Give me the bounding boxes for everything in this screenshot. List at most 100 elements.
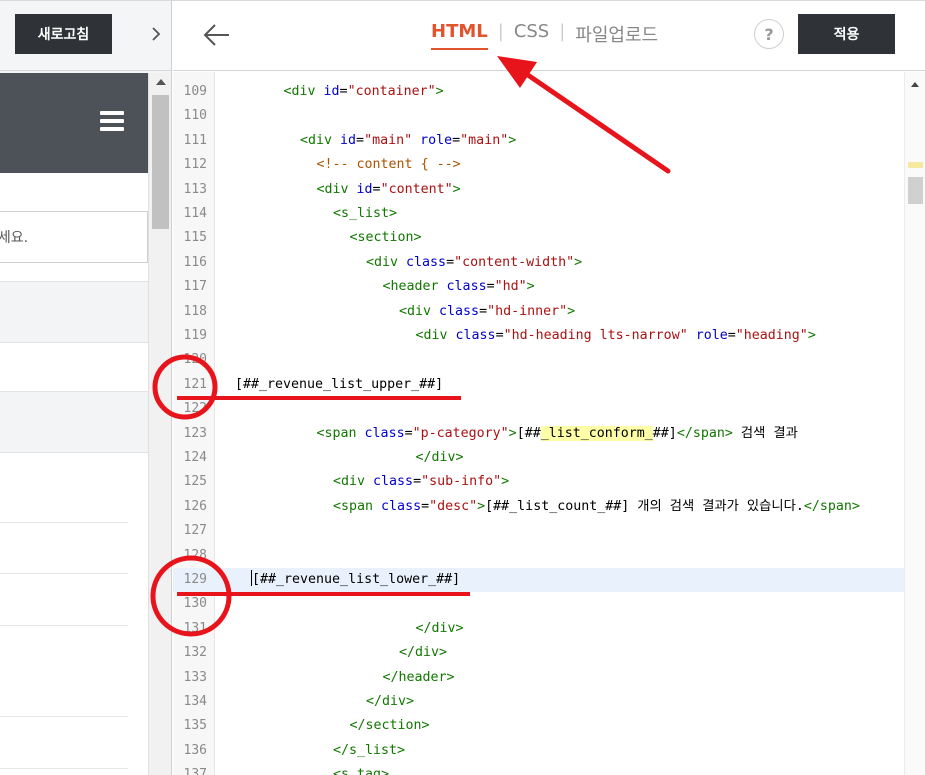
- code-line[interactable]: 119 <div class="hd-heading lts-narrow" ro…: [173, 324, 904, 348]
- preview-divider: [0, 573, 128, 574]
- code-token: "heading": [735, 328, 808, 343]
- code-line[interactable]: 123 <span class="p-category">[##_list_con…: [173, 422, 904, 446]
- code-token: ##]: [652, 425, 677, 441]
- code-text: </div>: [399, 641, 447, 665]
- line-number: 109: [183, 84, 207, 99]
- line-number: 132: [183, 645, 207, 661]
- preview-search-input[interactable]: 르세요.: [0, 211, 148, 263]
- line-number: 125: [183, 474, 207, 490]
- chevron-right-icon[interactable]: [145, 19, 167, 49]
- code-token: class: [381, 498, 422, 514]
- line-number: 115: [183, 230, 207, 246]
- code-line[interactable]: 127: [173, 519, 904, 543]
- code-line[interactable]: 125 <div class="sub-info">: [173, 470, 904, 494]
- code-line[interactable]: 116 <div class="content-width">: [173, 251, 904, 275]
- code-token: "hd-heading lts-narrow": [503, 328, 688, 343]
- code-line[interactable]: 113 <div id="content">: [173, 178, 904, 202]
- code-token: >: [574, 254, 583, 270]
- code-text: [##_revenue_list_upper_##]: [235, 373, 443, 397]
- code-line[interactable]: 115 <section>: [173, 226, 904, 250]
- code-token: class: [455, 328, 496, 343]
- code-text: <div class="hd-inner">: [399, 300, 575, 324]
- scroll-up-icon[interactable]: [911, 82, 919, 87]
- code-line[interactable]: 130: [173, 592, 904, 616]
- code-token: <section>: [349, 230, 422, 246]
- code-line[interactable]: 124 </div>: [173, 446, 904, 470]
- line-number: 136: [183, 742, 207, 758]
- code-token: "main": [364, 132, 413, 148]
- tab-separator: |: [559, 21, 566, 42]
- code-text: </div>: [366, 690, 414, 714]
- code-line[interactable]: 112 <!-- content { -->: [173, 153, 904, 177]
- editor-scrollbar[interactable]: [904, 72, 925, 775]
- code-text: <div id="main" role="main">: [300, 129, 516, 153]
- apply-button[interactable]: 적용: [798, 14, 895, 54]
- code-line[interactable]: 120: [173, 348, 904, 372]
- refresh-button[interactable]: 새로고침: [15, 14, 112, 54]
- code-token: >: [508, 425, 517, 441]
- code-line[interactable]: 133 </header>: [173, 666, 904, 690]
- preview-section-band: [0, 391, 148, 453]
- code-token: "main": [460, 132, 509, 148]
- code-line[interactable]: 114 <s_list>: [173, 202, 904, 226]
- code-line[interactable]: 136 </s_list>: [173, 739, 904, 763]
- code-token: "hd": [494, 279, 527, 295]
- code-line[interactable]: 137 <s_tag>: [173, 763, 904, 775]
- code-token: <div: [316, 181, 357, 197]
- search-placeholder-text: 르세요.: [0, 230, 29, 246]
- line-number: 127: [183, 523, 207, 539]
- preview-divider: [0, 716, 128, 717]
- scroll-up-icon[interactable]: [156, 79, 166, 85]
- code-line[interactable]: 129 [##_revenue_list_lower_##]: [173, 568, 904, 593]
- code-token: id: [356, 181, 373, 197]
- code-text: <span class="desc">[##_list_count_##] 개의…: [333, 495, 860, 519]
- line-number: 128: [183, 547, 207, 563]
- code-line[interactable]: 121 [##_revenue_list_upper_##]: [173, 373, 904, 397]
- code-text: <div id="container">: [284, 80, 444, 104]
- code-line[interactable]: 126 <span class="desc">[##_list_count_##]…: [173, 495, 904, 519]
- code-token: <!-- content { -->: [316, 157, 461, 173]
- code-token: id: [340, 132, 357, 148]
- code-line[interactable]: 128: [173, 544, 904, 568]
- code-token: =: [421, 498, 430, 514]
- code-text: <s_list>: [333, 202, 397, 226]
- code-line[interactable]: 122: [173, 397, 904, 421]
- preview-scrollbar[interactable]: [148, 73, 171, 775]
- preview-site-header: [0, 73, 148, 173]
- help-icon[interactable]: ?: [754, 19, 784, 49]
- code-line[interactable]: 109 <div id="container">: [173, 80, 904, 104]
- line-number: 129: [183, 572, 207, 587]
- tab-file-upload[interactable]: 파일업로드: [575, 21, 658, 53]
- code-line[interactable]: 135 </section>: [173, 714, 904, 738]
- code-line[interactable]: 131 </div>: [173, 617, 904, 641]
- code-token: =: [356, 132, 365, 148]
- scrollbar-thumb[interactable]: [152, 95, 169, 229]
- tab-css[interactable]: CSS: [514, 21, 549, 48]
- code-token: "content": [380, 181, 453, 197]
- code-token: class: [406, 254, 447, 270]
- code-token: </span>: [803, 498, 860, 514]
- line-number: 110: [183, 108, 207, 124]
- code-line[interactable]: 132 </div>: [173, 641, 904, 665]
- code-token: </div>: [415, 620, 464, 636]
- code-text: <div id="content">: [317, 178, 461, 202]
- code-text: </div>: [416, 617, 464, 641]
- code-line[interactable]: 111 <div id="main" role="main">: [173, 129, 904, 153]
- tab-html[interactable]: HTML: [431, 21, 488, 50]
- code-token: class: [439, 303, 480, 319]
- code-token: <div: [300, 132, 341, 148]
- scrollbar-thumb[interactable]: [908, 177, 923, 204]
- code-editor[interactable]: 109 <div id="container"> 110 111 <div id="ma…: [173, 72, 904, 775]
- hamburger-menu-icon[interactable]: [100, 111, 124, 131]
- code-text: <div class="content-width">: [366, 251, 582, 275]
- arrow-left-icon[interactable]: [201, 19, 233, 51]
- code-text: <span class="p-category">[##_list_confor…: [317, 422, 798, 446]
- code-line[interactable]: 117 <header class="hd">: [173, 275, 904, 299]
- code-token: <header: [382, 279, 447, 295]
- code-text: <div class="hd-heading lts-narrow" role=…: [416, 324, 816, 348]
- code-line[interactable]: 134 </div>: [173, 690, 904, 714]
- code-line[interactable]: 110: [173, 104, 904, 128]
- code-line[interactable]: 118 <div class="hd-inner">: [173, 300, 904, 324]
